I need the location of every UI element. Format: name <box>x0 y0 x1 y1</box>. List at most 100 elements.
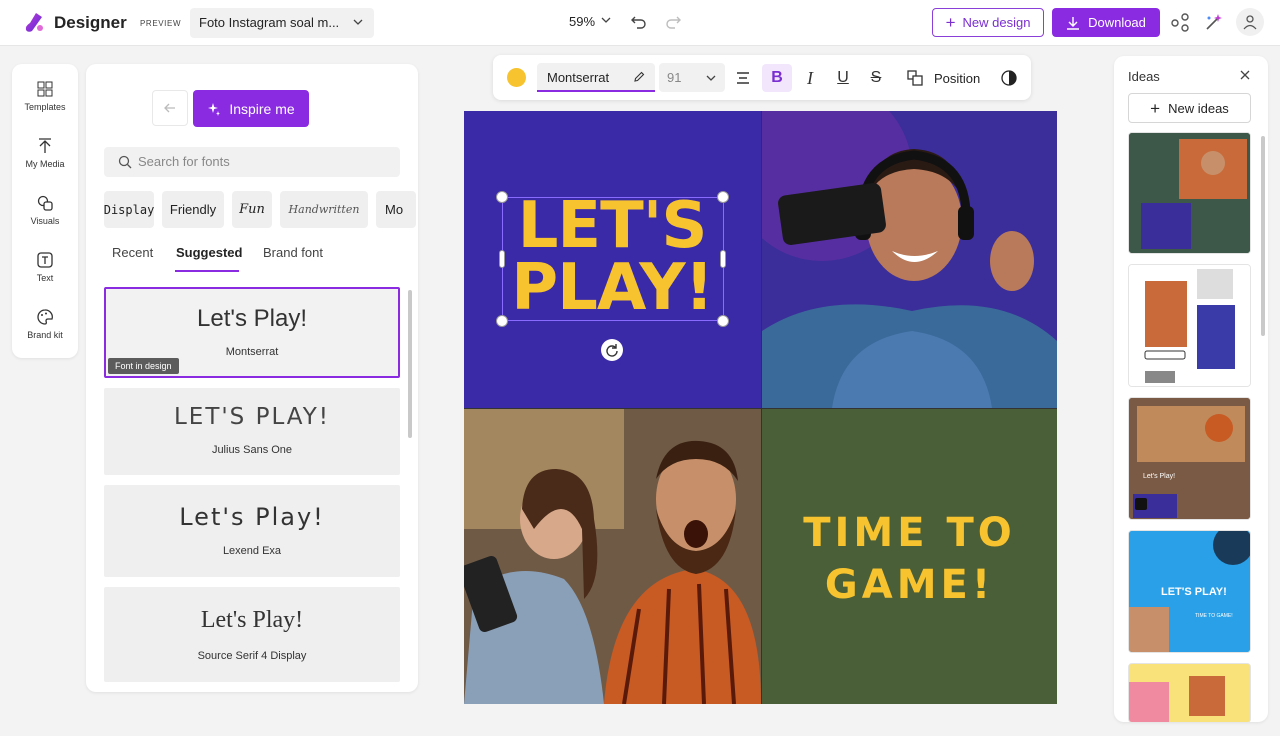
font-card-montserrat[interactable]: Let's Play! Montserrat Font in design <box>104 287 400 378</box>
photo-illustration <box>464 409 761 704</box>
rail-item-visuals[interactable]: Visuals <box>12 194 78 226</box>
chevron-down-icon <box>353 19 363 25</box>
photo-gamer-headset[interactable] <box>762 111 1057 408</box>
chip-friendly[interactable]: Friendly <box>162 191 224 228</box>
font-sample: LET'S PLAY! <box>173 404 331 430</box>
thumbnail-preview: LET'S PLAY! TIME TO GAME! <box>1129 531 1250 652</box>
font-name: Julius Sans One <box>211 444 293 456</box>
position-button[interactable]: Position <box>934 71 980 86</box>
document-title-dropdown[interactable]: Foto Instagram soal m... <box>190 8 374 38</box>
plus-icon: + <box>945 13 956 32</box>
design-canvas[interactable]: LET'S PLAY! TIME TO GAME! <box>464 111 1057 704</box>
user-icon <box>1243 15 1257 30</box>
idea-thumbnail[interactable] <box>1128 132 1251 254</box>
position-icon[interactable] <box>903 66 927 90</box>
plus-icon: + <box>1150 98 1161 118</box>
bold-icon[interactable]: B <box>762 64 792 92</box>
font-family-selector[interactable]: Montserrat <box>537 63 655 92</box>
text-color-swatch[interactable] <box>507 68 526 87</box>
pencil-icon <box>634 71 645 82</box>
avatar[interactable] <box>1236 8 1264 36</box>
ideas-scrollbar[interactable] <box>1261 136 1265 336</box>
download-button[interactable]: Download <box>1052 8 1160 37</box>
share-icon[interactable] <box>1168 11 1192 35</box>
idea-thumbnail[interactable] <box>1128 663 1251 722</box>
font-in-design-badge: Font in design <box>108 358 179 374</box>
back-button[interactable] <box>152 90 188 126</box>
undo-icon[interactable] <box>630 13 648 31</box>
font-sample: Let's Play! <box>197 305 307 332</box>
selection-box[interactable] <box>502 197 724 321</box>
ideas-title: Ideas <box>1128 69 1160 84</box>
idea-thumbnail[interactable]: Let's Play! <box>1128 397 1251 520</box>
zoom-level[interactable]: 59% <box>569 14 595 29</box>
idea-thumbnail[interactable] <box>1128 264 1251 387</box>
close-icon[interactable] <box>1239 69 1251 81</box>
chevron-down-icon <box>706 75 716 81</box>
thumbnail-preview: Let's Play! <box>1129 398 1250 519</box>
tab-recent[interactable]: Recent <box>112 245 153 260</box>
font-name: Montserrat <box>225 346 279 358</box>
underline-icon[interactable]: U <box>831 66 855 90</box>
strikethrough-icon[interactable]: S <box>864 66 888 90</box>
text-icon <box>37 252 53 268</box>
zoom-chevron-down-icon[interactable] <box>600 14 612 26</box>
preview-badge: PREVIEW <box>140 19 182 28</box>
designer-logo-icon[interactable] <box>22 11 46 35</box>
font-card-lexend-exa[interactable]: Let's Play! Lexend Exa <box>104 485 400 577</box>
font-card-source-serif-4-display[interactable]: Let's Play! Source Serif 4 Display <box>104 587 400 682</box>
font-sample: Let's Play! <box>179 503 325 531</box>
rotate-handle[interactable] <box>601 339 623 361</box>
rail-item-my-media[interactable]: My Media <box>12 137 78 169</box>
font-search-input[interactable]: Search for fonts <box>104 147 400 177</box>
resize-handle[interactable] <box>717 315 729 327</box>
canvas-quadrant-headline[interactable]: LET'S PLAY! <box>464 111 761 408</box>
thumbnail-text: LET'S PLAY! <box>1161 586 1227 598</box>
document-title: Foto Instagram soal m... <box>199 15 340 30</box>
resize-handle[interactable] <box>720 250 726 268</box>
idea-thumbnail[interactable]: LET'S PLAY! TIME TO GAME! <box>1128 530 1251 653</box>
new-ideas-button[interactable]: + New ideas <box>1128 93 1251 123</box>
fonts-scrollbar[interactable] <box>408 290 412 438</box>
rail-item-templates[interactable]: Templates <box>12 80 78 112</box>
tab-brand-font[interactable]: Brand font <box>263 245 323 260</box>
chip-handwritten[interactable]: Handwritten <box>280 191 368 228</box>
thumbnail-text: TIME TO GAME! <box>1195 613 1233 619</box>
download-icon <box>1067 16 1080 30</box>
resize-handle[interactable] <box>499 250 505 268</box>
app-name: Designer <box>54 13 127 32</box>
chip-fun[interactable]: Fun <box>232 191 272 228</box>
align-center-icon[interactable] <box>731 66 755 90</box>
tab-suggested[interactable]: Suggested <box>176 245 242 260</box>
arrow-left-icon <box>164 103 175 113</box>
active-tab-indicator <box>175 270 239 272</box>
ideas-panel: Ideas + New ideas Let's Play! LET'S PLAY… <box>1114 56 1268 722</box>
templates-icon <box>37 81 53 97</box>
left-rail: Templates My Media Visuals Text Brand ki… <box>12 64 78 358</box>
text-toolbar: Montserrat 91 B I U S Position <box>493 55 1031 100</box>
magic-effects-icon[interactable] <box>1201 11 1225 35</box>
canvas-quadrant-subline[interactable]: TIME TO GAME! <box>762 409 1057 704</box>
upload-icon <box>39 138 51 153</box>
thumbnail-text: Let's Play! <box>1143 473 1175 480</box>
subline-text[interactable]: TIME TO GAME! <box>762 507 1057 611</box>
new-design-button[interactable]: + New design <box>932 8 1044 37</box>
rail-item-brand-kit[interactable]: Brand kit <box>12 308 78 340</box>
search-icon <box>118 155 132 169</box>
visuals-icon <box>37 195 53 211</box>
font-sample: Let's Play! <box>200 607 304 633</box>
chip-more[interactable]: Mo <box>376 191 416 228</box>
resize-handle[interactable] <box>496 315 508 327</box>
resize-handle[interactable] <box>717 191 729 203</box>
chip-display[interactable]: Display <box>104 191 154 228</box>
rail-item-text[interactable]: Text <box>12 251 78 283</box>
inspire-me-button[interactable]: Inspire me <box>193 90 309 127</box>
font-size-selector[interactable]: 91 <box>659 63 725 92</box>
redo-icon[interactable] <box>664 13 682 31</box>
palette-icon <box>37 309 53 325</box>
resize-handle[interactable] <box>496 191 508 203</box>
font-card-julius-sans-one[interactable]: LET'S PLAY! Julius Sans One <box>104 388 400 475</box>
transparency-icon[interactable] <box>997 66 1021 90</box>
italic-icon[interactable]: I <box>798 66 822 90</box>
photo-couple-gaming[interactable] <box>464 409 761 704</box>
